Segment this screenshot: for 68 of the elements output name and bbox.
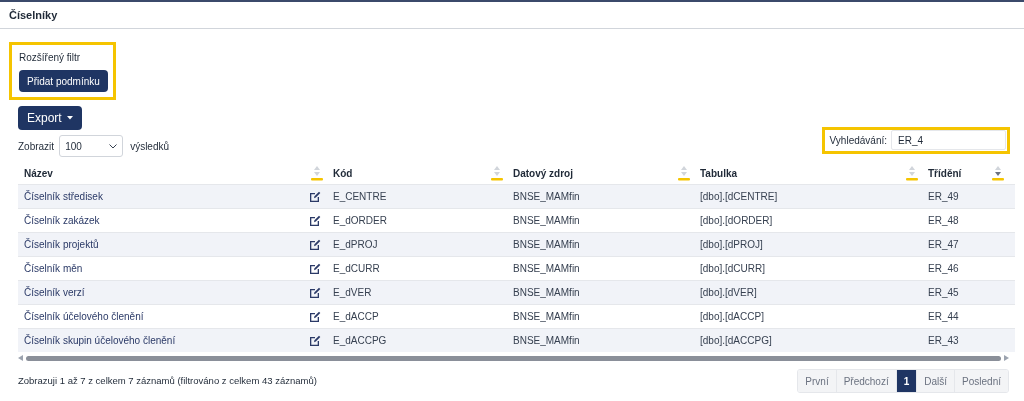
table-cell-text: ER_46 [928, 262, 959, 276]
edit-icon[interactable] [309, 310, 321, 323]
table-cell-text: [dbo].[dACCPG] [700, 334, 772, 348]
table-cell-text: E_dORDER [333, 214, 387, 228]
table-cell-text: E_dCURR [333, 262, 380, 276]
name-link[interactable]: Číselník projektů [24, 237, 99, 252]
table-cell-text: [dbo].[dCURR] [700, 262, 766, 276]
name-link[interactable]: Číselník verzí [24, 285, 85, 300]
sort-icon[interactable] [992, 165, 1004, 181]
column-header: Třídění [928, 166, 962, 181]
table-cell-text: [dbo].[dORDER] [700, 214, 773, 228]
column-header: Tabulka [700, 166, 738, 181]
table-cell-text: [dbo].[dVER] [700, 286, 757, 300]
page-button[interactable]: 1 [895, 370, 917, 392]
edit-icon[interactable] [309, 238, 321, 251]
table-cell-text: ER_45 [928, 286, 959, 300]
table-cell-text: E_dACCPG [333, 334, 387, 348]
table-cell-text: ER_47 [928, 238, 959, 252]
results-label: výsledků [130, 139, 170, 154]
name-link[interactable]: Číselník účelového členění [24, 309, 144, 324]
name-link[interactable]: Číselník středisek [24, 189, 103, 204]
edit-icon[interactable] [309, 262, 321, 275]
table-cell-text: BNSE_MAMfin [513, 262, 580, 276]
page-title: Číselníky [9, 7, 58, 23]
table-cell-text: [dbo].[dPROJ] [700, 238, 763, 252]
page-button[interactable]: Další [916, 370, 955, 392]
table-cell-text: ER_48 [928, 214, 959, 228]
name-link[interactable]: Číselník zakázek [24, 213, 100, 228]
table-cell-text: BNSE_MAMfin [513, 214, 580, 228]
export-button[interactable]: Export [18, 106, 82, 130]
show-label: Zobrazit [18, 139, 55, 154]
table-cell-text: [dbo].[dCENTRE] [700, 190, 778, 204]
table-cell-text: E_dVER [333, 286, 372, 300]
scroll-right-icon[interactable] [1004, 355, 1009, 361]
table-cell-text: E_dACCP [333, 310, 379, 324]
table-cell-text: ER_49 [928, 190, 959, 204]
add-condition-button[interactable]: Přidat podmínku [19, 70, 108, 92]
table-cell-text: BNSE_MAMfin [513, 310, 580, 324]
column-header: Datový zdroj [513, 166, 573, 181]
page-button[interactable]: Předchozí [835, 370, 896, 392]
table-cell-text: E_dPROJ [333, 238, 378, 252]
edit-icon[interactable] [309, 286, 321, 299]
table-cell-text: BNSE_MAMfin [513, 286, 580, 300]
search-field[interactable]: ER_4 [891, 130, 1006, 150]
table-cell-text: BNSE_MAMfin [513, 190, 580, 204]
search-label: Vyhledávání: [829, 133, 887, 148]
table-cell-text: BNSE_MAMfin [513, 238, 580, 252]
page-size-select[interactable]: 100 [59, 135, 124, 157]
name-link[interactable]: Číselník skupin účelového členění [24, 333, 176, 348]
table-cell-text: ER_43 [928, 334, 959, 348]
column-header: Kód [333, 166, 353, 181]
table-cell-text: [dbo].[dACCP] [700, 310, 764, 324]
caret-icon [66, 116, 73, 120]
name-link[interactable]: Číselník měn [24, 261, 83, 276]
page-button[interactable]: Poslední [954, 370, 1008, 392]
horizontal-scrollbar[interactable] [26, 355, 1001, 361]
chevron-icon [109, 143, 118, 149]
edit-icon[interactable] [309, 334, 321, 347]
filter-label: Rozšířený filtr [19, 51, 82, 65]
page-button[interactable]: První [798, 370, 836, 392]
table-cell-text: BNSE_MAMfin [513, 334, 580, 348]
scroll-left-icon[interactable] [18, 355, 23, 361]
edit-icon[interactable] [309, 214, 321, 227]
table-cell-text: E_CENTRE [333, 190, 387, 204]
table-info: Zobrazuji 1 až 7 z celkem 7 záznamů (filtrováno z celkem 43 záznamů) [18, 373, 317, 388]
edit-icon[interactable] [309, 190, 321, 203]
column-header: Název [24, 166, 53, 181]
table-cell-text: ER_44 [928, 310, 959, 324]
